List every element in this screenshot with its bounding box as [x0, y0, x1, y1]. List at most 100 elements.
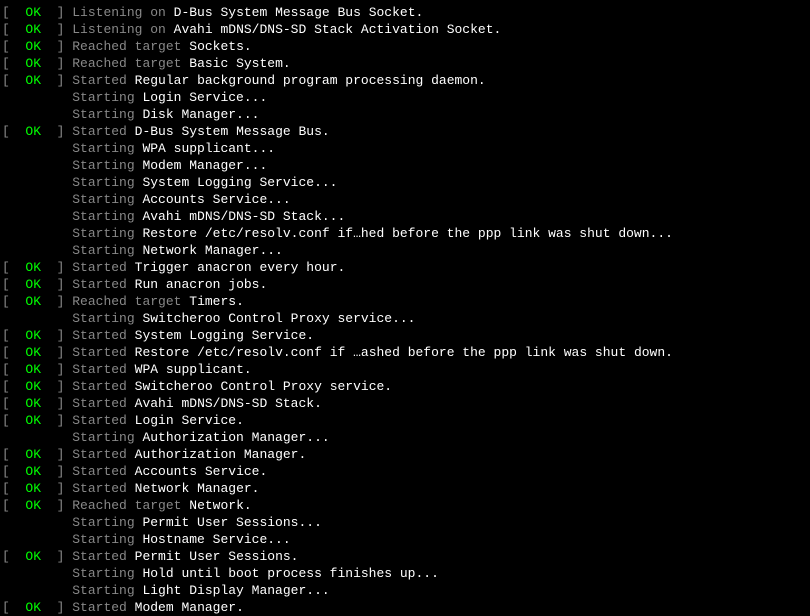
status-bracket-close: ] — [41, 548, 72, 565]
status-bracket-close: ] — [41, 378, 72, 395]
boot-action: Starting — [72, 208, 142, 225]
status-ok: OK — [25, 38, 41, 55]
boot-action: Starting — [72, 191, 142, 208]
boot-log-line: [ OK ] Started Restore /etc/resolv.conf … — [2, 344, 808, 361]
boot-log-line: [ OK ] Started Network Manager. — [2, 480, 808, 497]
status-bracket-open: [ — [2, 276, 25, 293]
boot-log-line: Starting Avahi mDNS/DNS-SD Stack... — [2, 208, 808, 225]
status-ok: OK — [25, 412, 41, 429]
status-bracket-open: [ — [2, 480, 25, 497]
boot-subject: Avahi mDNS/DNS-SD Stack. — [135, 395, 322, 412]
boot-action: Started — [72, 361, 134, 378]
boot-log-line: [ OK ] Reached target Basic System. — [2, 55, 808, 72]
boot-log-line: [ OK ] Started Login Service. — [2, 412, 808, 429]
status-blank — [2, 140, 72, 157]
status-blank — [2, 174, 72, 191]
status-bracket-close: ] — [41, 259, 72, 276]
boot-action: Starting — [72, 89, 142, 106]
boot-action: Reached target — [72, 55, 189, 72]
status-bracket-close: ] — [41, 293, 72, 310]
status-bracket-close: ] — [41, 395, 72, 412]
status-blank — [2, 531, 72, 548]
boot-log-line: Starting Switcheroo Control Proxy servic… — [2, 310, 808, 327]
boot-action: Starting — [72, 157, 142, 174]
status-blank — [2, 582, 72, 599]
boot-subject: Basic System. — [189, 55, 290, 72]
status-bracket-close: ] — [41, 412, 72, 429]
boot-log-line: [ OK ] Started Accounts Service. — [2, 463, 808, 480]
status-ok: OK — [25, 327, 41, 344]
status-bracket-close: ] — [41, 21, 72, 38]
status-bracket-close: ] — [41, 276, 72, 293]
boot-subject: Avahi mDNS/DNS-SD Stack Activation Socke… — [174, 21, 502, 38]
boot-subject: Regular background program processing da… — [135, 72, 486, 89]
boot-action: Starting — [72, 174, 142, 191]
status-bracket-close: ] — [41, 497, 72, 514]
boot-log-line: Starting Hold until boot process finishe… — [2, 565, 808, 582]
boot-subject: Hostname Service... — [142, 531, 290, 548]
boot-log-line: [ OK ] Started WPA supplicant. — [2, 361, 808, 378]
boot-subject: Authorization Manager. — [135, 446, 307, 463]
boot-action: Started — [72, 259, 134, 276]
boot-subject: Modem Manager... — [142, 157, 267, 174]
boot-log-line: [ OK ] Listening on Avahi mDNS/DNS-SD St… — [2, 21, 808, 38]
boot-log-line: [ OK ] Started Permit User Sessions. — [2, 548, 808, 565]
boot-log-line: Starting Login Service... — [2, 89, 808, 106]
boot-action: Started — [72, 276, 134, 293]
status-blank — [2, 429, 72, 446]
status-bracket-close: ] — [41, 361, 72, 378]
status-bracket-open: [ — [2, 599, 25, 616]
status-ok: OK — [25, 72, 41, 89]
status-bracket-open: [ — [2, 21, 25, 38]
status-blank — [2, 208, 72, 225]
status-bracket-open: [ — [2, 259, 25, 276]
boot-action: Started — [72, 344, 134, 361]
boot-subject: Hold until boot process finishes up... — [142, 565, 438, 582]
status-bracket-open: [ — [2, 548, 25, 565]
status-ok: OK — [25, 4, 41, 21]
boot-subject: Avahi mDNS/DNS-SD Stack... — [142, 208, 345, 225]
status-bracket-open: [ — [2, 446, 25, 463]
boot-subject: System Logging Service. — [135, 327, 314, 344]
boot-subject: Switcheroo Control Proxy service. — [135, 378, 392, 395]
boot-action: Starting — [72, 310, 142, 327]
boot-action: Starting — [72, 514, 142, 531]
status-ok: OK — [25, 599, 41, 616]
boot-subject: WPA supplicant... — [142, 140, 275, 157]
status-ok: OK — [25, 276, 41, 293]
boot-subject: System Logging Service... — [142, 174, 337, 191]
boot-action: Started — [72, 395, 134, 412]
boot-action: Started — [72, 480, 134, 497]
status-bracket-open: [ — [2, 38, 25, 55]
boot-action: Reached target — [72, 293, 189, 310]
boot-subject: Permit User Sessions... — [142, 514, 321, 531]
status-bracket-open: [ — [2, 327, 25, 344]
boot-log-line: Starting Modem Manager... — [2, 157, 808, 174]
boot-action: Starting — [72, 140, 142, 157]
status-bracket-close: ] — [41, 344, 72, 361]
status-ok: OK — [25, 293, 41, 310]
boot-log-line: [ OK ] Started System Logging Service. — [2, 327, 808, 344]
boot-action: Starting — [72, 225, 142, 242]
status-blank — [2, 242, 72, 259]
boot-log-line: [ OK ] Started Regular background progra… — [2, 72, 808, 89]
boot-action: Started — [72, 327, 134, 344]
boot-subject: Sockets. — [189, 38, 251, 55]
boot-subject: Accounts Service... — [142, 191, 290, 208]
boot-log-line: [ OK ] Listening on D-Bus System Message… — [2, 4, 808, 21]
boot-log-line: [ OK ] Started D-Bus System Message Bus. — [2, 123, 808, 140]
boot-action: Started — [72, 599, 134, 616]
status-ok: OK — [25, 548, 41, 565]
boot-log-line: Starting Hostname Service... — [2, 531, 808, 548]
boot-subject: Restore /etc/resolv.conf if…hed before t… — [142, 225, 673, 242]
status-bracket-open: [ — [2, 55, 25, 72]
status-ok: OK — [25, 463, 41, 480]
boot-log-line: [ OK ] Started Authorization Manager. — [2, 446, 808, 463]
status-bracket-open: [ — [2, 4, 25, 21]
boot-log-line: Starting Authorization Manager... — [2, 429, 808, 446]
status-blank — [2, 310, 72, 327]
boot-log-line: [ OK ] Started Modem Manager. — [2, 599, 808, 616]
status-bracket-close: ] — [41, 599, 72, 616]
boot-action: Starting — [72, 429, 142, 446]
status-bracket-close: ] — [41, 446, 72, 463]
